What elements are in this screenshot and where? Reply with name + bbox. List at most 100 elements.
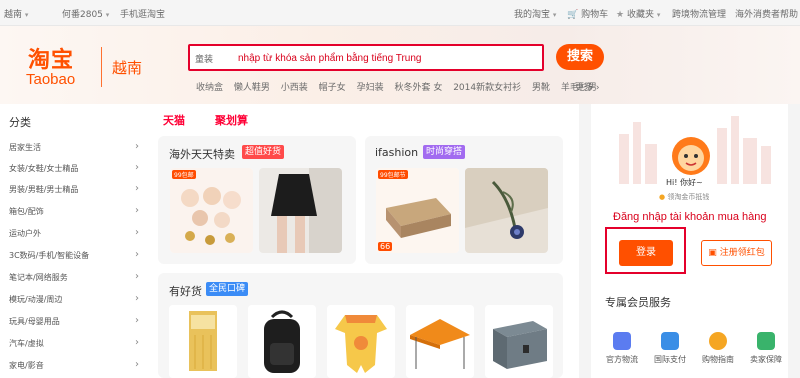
- main-area: 分类 居家生活 › 女装/女鞋/女士精品 › 男装/男鞋/男士精品 › 箱包/配饰 › …: [0, 104, 800, 378]
- service-seller-guarantee[interactable]: 卖家保障: [743, 332, 789, 365]
- help-link[interactable]: 海外消费者帮助: [735, 7, 798, 20]
- shield-icon: [757, 332, 775, 350]
- ifashion-panel[interactable]: ifashion 时尚穿搭 99包邮节 66: [365, 136, 563, 264]
- chevron-right-icon: ›: [135, 249, 139, 260]
- chevron-right-icon: ›: [135, 183, 139, 194]
- panel-title: 有好货: [169, 285, 202, 298]
- skirt-model-image: [259, 168, 342, 253]
- panel-badge: 时尚穿搭: [423, 145, 466, 159]
- category-sidebar: 分类 居家生活 › 女装/女鞋/女士精品 › 男装/男鞋/男士精品 › 箱包/配饰 › …: [0, 104, 149, 378]
- user-greeting[interactable]: 何番2805 ▾: [62, 7, 109, 20]
- category-label: 家电/影音: [9, 361, 44, 370]
- chevron-down-icon: ▾: [105, 11, 110, 19]
- logo-region: 越南: [112, 59, 143, 77]
- product-image-bookmark[interactable]: [465, 168, 548, 253]
- category-item[interactable]: 家电/影音 ›: [9, 359, 139, 371]
- region-selector[interactable]: 越南 ▾: [4, 7, 28, 20]
- chevron-right-icon: ›: [135, 162, 139, 173]
- search-input[interactable]: 童装 nhập từ khóa sản phẩm bằng tiếng Trun…: [188, 44, 544, 71]
- panel-title: ifashion: [375, 146, 419, 159]
- product-image-nails[interactable]: 99包邮: [170, 168, 253, 253]
- user-name: 何番2805: [62, 10, 103, 20]
- category-item[interactable]: 居家生活 ›: [9, 141, 139, 153]
- chevron-down-icon: ▾: [656, 11, 661, 19]
- category-item[interactable]: 汽车/虚拟 ›: [9, 337, 139, 349]
- tab-juhuasuan[interactable]: 聚划算: [215, 112, 248, 128]
- header: 淘宝 Taobao 越南 童装 nhập từ khóa sản phẩm bằ…: [0, 26, 800, 104]
- panel-badge: 全民口碑: [206, 282, 249, 296]
- category-label: 汽车/虚拟: [9, 339, 44, 348]
- product-image-baby-romper[interactable]: [327, 305, 395, 378]
- category-item[interactable]: 运动户外 ›: [9, 227, 139, 239]
- hotword[interactable]: 小西装: [281, 83, 308, 93]
- star-icon: ★: [616, 10, 625, 20]
- product-image-tent[interactable]: [406, 305, 474, 378]
- hotword[interactable]: 秋冬外套 女: [394, 83, 442, 93]
- category-label: 玩具/母婴用品: [9, 317, 60, 326]
- category-title: 分类: [9, 116, 31, 129]
- chevron-down-icon: ▾: [552, 11, 557, 19]
- tab-tmall[interactable]: 天猫: [163, 112, 185, 128]
- noodle-package-image: [169, 305, 237, 378]
- baby-romper-image: [327, 305, 395, 378]
- search-button[interactable]: 搜索: [556, 44, 604, 70]
- tent-image: [406, 305, 474, 378]
- mobile-link[interactable]: 手机逛淘宝: [120, 7, 165, 20]
- product-image-skirt[interactable]: [259, 168, 342, 253]
- service-label: 国际支付: [654, 355, 686, 364]
- my-taobao-link[interactable]: 我的淘宝 ▾: [514, 7, 556, 20]
- service-label: 卖家保障: [750, 355, 782, 364]
- panel-badge: 超值好货: [242, 145, 285, 159]
- service-label: 官方物流: [606, 355, 638, 364]
- hotword[interactable]: 懒人鞋男: [234, 83, 270, 93]
- service-shopping-guide[interactable]: 购物指南: [695, 332, 741, 365]
- center-content: 天猫 聚划算 海外天天特卖 超值好货 99包邮 ifashion 时尚穿搭 99…: [149, 104, 579, 378]
- product-image-tray[interactable]: 99包邮节 66: [376, 168, 459, 253]
- category-item[interactable]: 3C数码/手机/智能设备 ›: [9, 249, 139, 261]
- coin-tip[interactable]: ● 领淘金币抵钱: [659, 192, 709, 202]
- category-item[interactable]: 玩具/母婴用品 ›: [9, 315, 139, 327]
- backpack-image: [248, 305, 316, 378]
- hotword[interactable]: 男靴: [532, 83, 550, 93]
- category-item[interactable]: 女装/女鞋/女士精品 ›: [9, 162, 139, 174]
- more-hotwords-link[interactable]: 更多 ›: [575, 80, 600, 93]
- hotword[interactable]: 帽子女: [319, 83, 346, 93]
- favorites-label: 收藏夹: [626, 10, 654, 20]
- category-item[interactable]: 模玩/动漫/周边 ›: [9, 293, 139, 305]
- category-item[interactable]: 笔记本/网络服务 ›: [9, 271, 139, 283]
- compass-icon: [709, 332, 727, 350]
- daily-deals-panel[interactable]: 海外天天特卖 超值好货 99包邮: [158, 136, 356, 264]
- category-item[interactable]: 箱包/配饰 ›: [9, 205, 139, 217]
- chevron-right-icon: ›: [135, 205, 139, 216]
- bookmark-image: [465, 168, 548, 253]
- product-image-chest[interactable]: [485, 305, 553, 378]
- cart-icon: 🛒: [567, 10, 579, 20]
- wallet-icon: [661, 332, 679, 350]
- cart-link[interactable]: 🛒 购物车: [567, 7, 608, 20]
- hotword[interactable]: 孕妇装: [357, 83, 384, 93]
- panel-title: 海外天天特卖: [169, 148, 235, 161]
- member-services-title: 专属会员服务: [605, 296, 671, 309]
- favorites-link[interactable]: ★ 收藏夹 ▾: [616, 7, 660, 20]
- product-image-noodles[interactable]: [169, 305, 237, 378]
- login-button[interactable]: 登录: [619, 240, 673, 266]
- chevron-right-icon: ›: [135, 227, 139, 238]
- register-button[interactable]: ▣ 注册领红包: [701, 240, 772, 266]
- chevron-right-icon: ›: [135, 359, 139, 370]
- hotword[interactable]: 2014新款女衬衫: [453, 83, 521, 93]
- chevron-right-icon: ›: [135, 141, 139, 152]
- logo-chinese: 淘宝: [28, 48, 75, 73]
- good-goods-panel[interactable]: 有好货 全民口碑: [158, 273, 563, 378]
- logo-english: Taobao: [26, 71, 76, 88]
- avatar[interactable]: [671, 136, 711, 176]
- hotword[interactable]: 收纳盒: [196, 83, 223, 93]
- promo-tag: 99包邮: [172, 170, 196, 179]
- category-label: 模玩/动漫/周边: [9, 295, 63, 304]
- promo-tag: 99包邮节: [378, 170, 408, 179]
- service-international-payment[interactable]: 国际支付: [647, 332, 693, 365]
- category-item[interactable]: 男装/男鞋/男士精品 ›: [9, 183, 139, 195]
- service-official-logistics[interactable]: 官方物流: [599, 332, 645, 365]
- chevron-right-icon: ›: [135, 271, 139, 282]
- product-image-backpack[interactable]: [248, 305, 316, 378]
- logistics-link[interactable]: 跨境物流管理: [672, 7, 726, 20]
